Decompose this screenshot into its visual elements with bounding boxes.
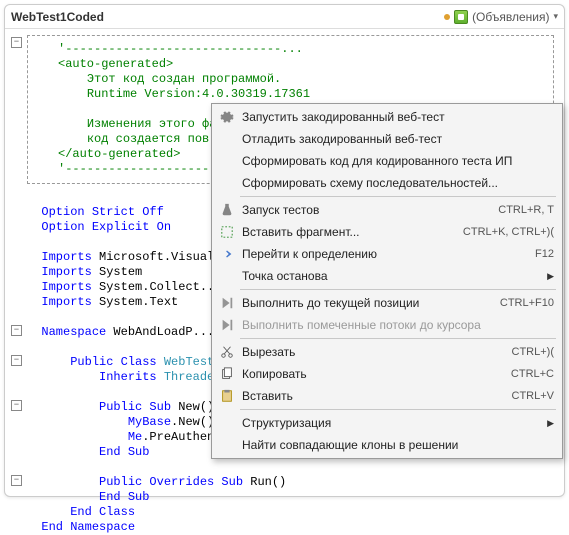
- flask-icon: [218, 201, 236, 219]
- menu-item[interactable]: Вставить фрагмент... CTRL+K, CTRL+)(: [214, 221, 560, 243]
- menu-item-label: Вырезать: [242, 345, 498, 359]
- fold-toggle[interactable]: −: [11, 325, 22, 336]
- copy-icon: [218, 365, 236, 383]
- paste-icon: [218, 387, 236, 405]
- menu-item[interactable]: Отладить закодированный веб-тест: [214, 128, 560, 150]
- context-menu: Запустить закодированный веб-тест Отладит…: [211, 103, 563, 459]
- menu-shortcut: CTRL+R, T: [498, 204, 554, 216]
- blank-icon: [218, 414, 236, 432]
- menu-item[interactable]: Сформировать схему последовательностей..…: [214, 172, 560, 194]
- fold-toggle[interactable]: −: [11, 37, 22, 48]
- menu-item[interactable]: Сформировать код для кодированного теста…: [214, 150, 560, 172]
- menu-item[interactable]: Вырезать CTRL+)(: [214, 341, 560, 363]
- menu-shortcut: CTRL+)(: [512, 346, 554, 358]
- editor-topbar: WebTest1Coded (Объявления) ▾: [5, 5, 564, 29]
- menu-item-label: Отладить закодированный веб-тест: [242, 132, 554, 146]
- declarations-dropdown-label[interactable]: (Объявления): [472, 10, 549, 24]
- menu-item-label: Вставить фрагмент...: [242, 225, 449, 239]
- menu-item-label: Копировать: [242, 367, 497, 381]
- menu-item-label: Точка останова: [242, 269, 537, 283]
- menu-separator: [240, 196, 556, 197]
- blank-icon: [218, 436, 236, 454]
- menu-item: Выполнить помеченные потоки до курсора: [214, 314, 560, 336]
- menu-shortcut: CTRL+F10: [500, 297, 554, 309]
- menu-item-label: Сформировать код для кодированного теста…: [242, 154, 554, 168]
- menu-item-label: Вставить: [242, 389, 498, 403]
- menu-item[interactable]: Перейти к определению F12: [214, 243, 560, 265]
- runto-icon: [218, 294, 236, 312]
- menu-shortcut: F12: [535, 248, 554, 260]
- blank-icon: [218, 152, 236, 170]
- menu-shortcut: CTRL+V: [512, 390, 555, 402]
- menu-item[interactable]: Вставить CTRL+V: [214, 385, 560, 407]
- menu-shortcut: CTRL+C: [511, 368, 554, 380]
- fold-toggle[interactable]: −: [11, 475, 22, 486]
- menu-separator: [240, 338, 556, 339]
- frag-icon: [218, 223, 236, 241]
- menu-item-label: Перейти к определению: [242, 247, 521, 261]
- menu-shortcut: CTRL+K, CTRL+)(: [463, 226, 554, 238]
- menu-item-label: Структуризация: [242, 416, 537, 430]
- menu-item-label: Выполнить помеченные потоки до курсора: [242, 318, 554, 332]
- fold-toggle[interactable]: −: [11, 355, 22, 366]
- menu-item[interactable]: Запуск тестов CTRL+R, T: [214, 199, 560, 221]
- blank-icon: [218, 267, 236, 285]
- goto-icon: [218, 245, 236, 263]
- menu-item[interactable]: Копировать CTRL+C: [214, 363, 560, 385]
- gear-icon: [218, 108, 236, 126]
- menu-item[interactable]: Найти совпадающие клоны в решении: [214, 434, 560, 456]
- chevron-down-icon[interactable]: ▾: [553, 11, 558, 22]
- fold-toggle[interactable]: −: [11, 400, 22, 411]
- menu-separator: [240, 409, 556, 410]
- menu-item[interactable]: Точка останова ▶: [214, 265, 560, 287]
- module-dropdown-label[interactable]: WebTest1Coded: [11, 10, 104, 24]
- marker-icon: [444, 14, 450, 20]
- menu-item-label: Сформировать схему последовательностей..…: [242, 176, 554, 190]
- menu-item-label: Запуск тестов: [242, 203, 484, 217]
- menu-item-label: Найти совпадающие клоны в решении: [242, 438, 554, 452]
- runto-icon: [218, 316, 236, 334]
- submenu-arrow-icon: ▶: [547, 418, 554, 429]
- blank-icon: [218, 174, 236, 192]
- menu-item[interactable]: Выполнить до текущей позиции CTRL+F10: [214, 292, 560, 314]
- menu-item[interactable]: Запустить закодированный веб-тест: [214, 106, 560, 128]
- menu-item-label: Запустить закодированный веб-тест: [242, 110, 554, 124]
- module-icon: [454, 10, 468, 24]
- menu-item-label: Выполнить до текущей позиции: [242, 296, 486, 310]
- blank-icon: [218, 130, 236, 148]
- cut-icon: [218, 343, 236, 361]
- menu-separator: [240, 289, 556, 290]
- submenu-arrow-icon: ▶: [547, 271, 554, 282]
- menu-item[interactable]: Структуризация ▶: [214, 412, 560, 434]
